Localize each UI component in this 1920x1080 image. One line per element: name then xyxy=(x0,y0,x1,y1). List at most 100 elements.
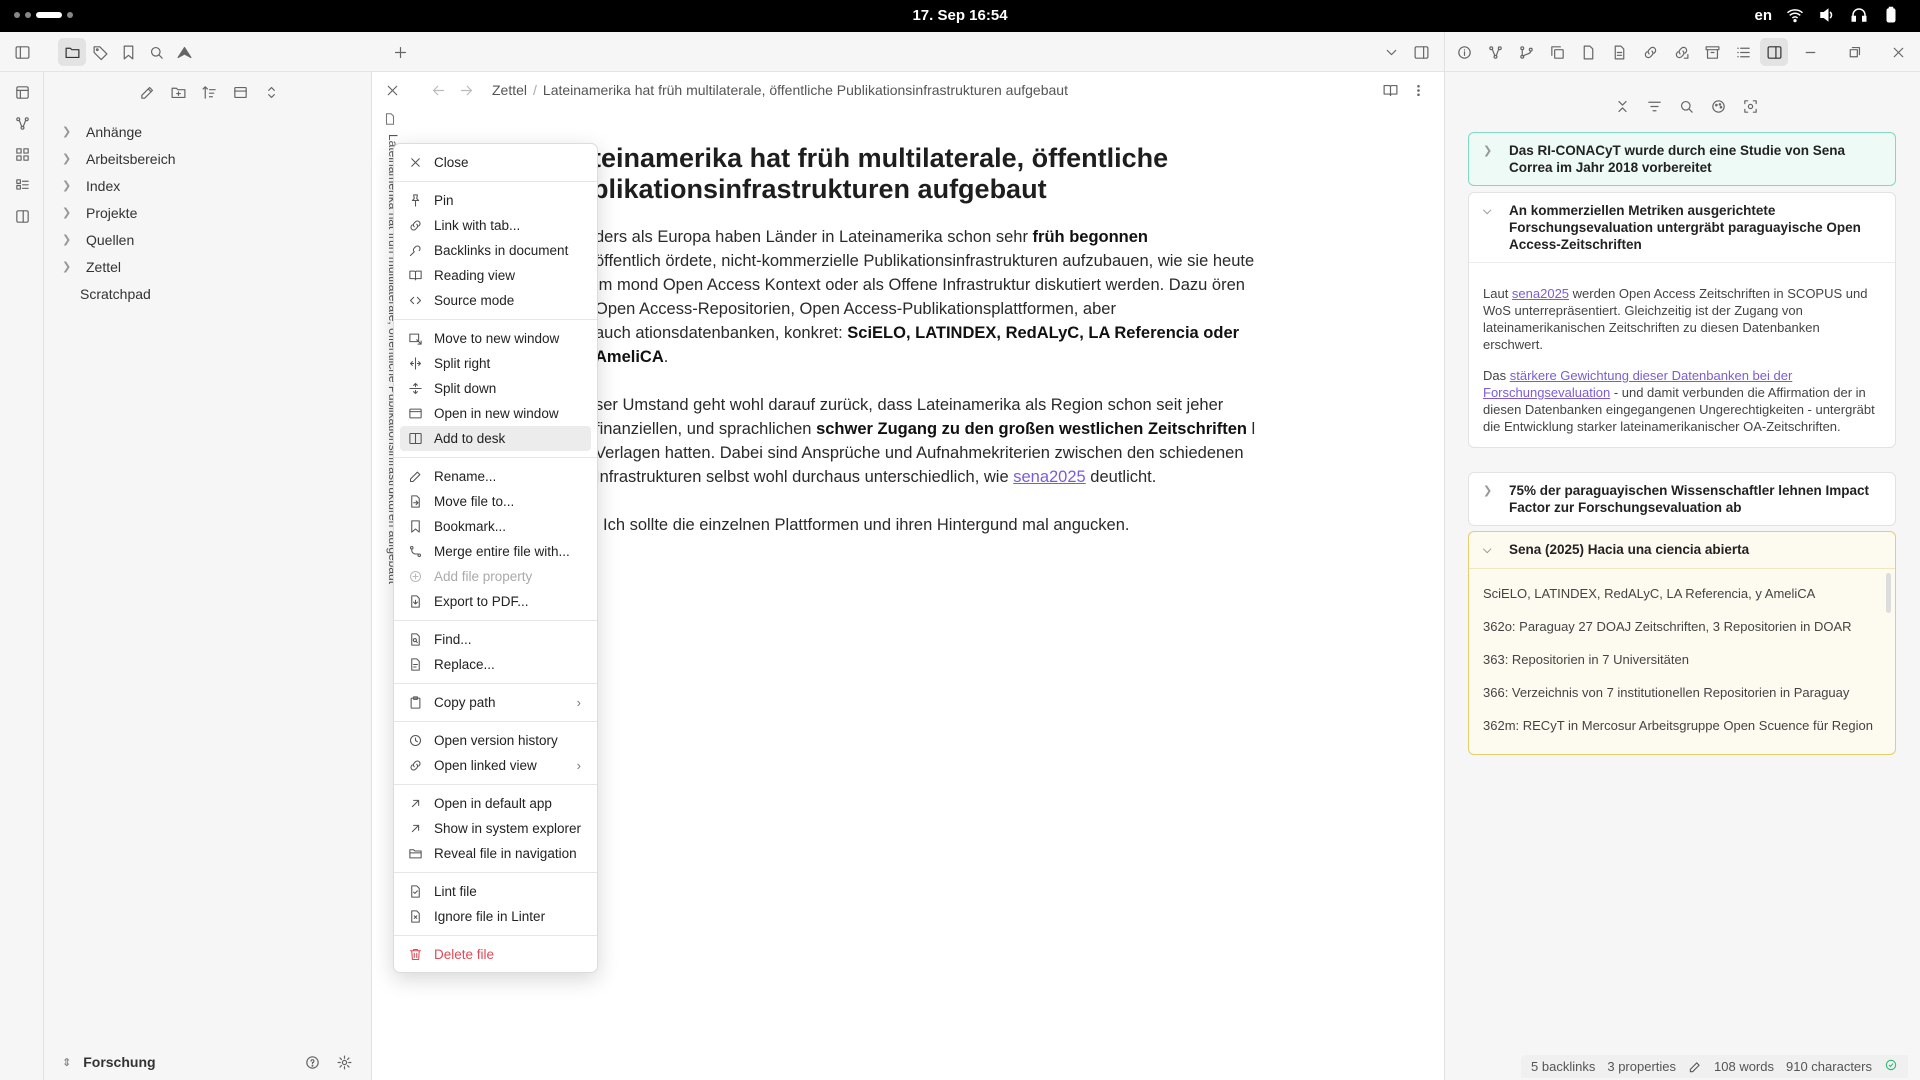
tag-icon[interactable] xyxy=(86,38,114,66)
menu-item-copy-path[interactable]: Copy path › xyxy=(400,690,591,715)
menu-item-merge-entire-file-with[interactable]: Merge entire file with... xyxy=(400,539,591,564)
vault-switcher[interactable]: ⇕ Forschung xyxy=(44,1044,372,1080)
window-close-icon[interactable] xyxy=(1884,38,1912,66)
filter-list-icon[interactable] xyxy=(1640,92,1668,120)
menu-item-delete-file[interactable]: Delete file xyxy=(400,942,591,967)
file-icon[interactable] xyxy=(1574,38,1602,66)
menu-item-open-linked-view[interactable]: Open linked view › xyxy=(400,753,591,778)
breadcrumb-folder[interactable]: Zettel xyxy=(492,82,527,98)
menu-item-show-in-system-explorer[interactable]: Show in system explorer xyxy=(400,816,591,841)
sort-icon[interactable] xyxy=(195,78,223,106)
menu-item-export-to-pdf[interactable]: Export to PDF... xyxy=(400,589,591,614)
sidebar-right-icon[interactable] xyxy=(1760,38,1788,66)
internal-link-sena2025[interactable]: sena2025 xyxy=(1512,286,1569,301)
menu-item-split-right[interactable]: Split right xyxy=(400,351,591,376)
new-folder-icon[interactable] xyxy=(164,78,192,106)
tree-folder-quellen[interactable]: ❯ Quellen xyxy=(58,226,358,253)
menu-item-move-file-to[interactable]: Move file to... xyxy=(400,489,591,514)
system-clock[interactable]: 17. Sep 16:54 xyxy=(0,7,1920,24)
scrollbar[interactable] xyxy=(1886,573,1891,613)
copy-icon[interactable] xyxy=(1543,38,1571,66)
folder-icon[interactable] xyxy=(58,38,86,66)
tree-folder-arbeitsbereich[interactable]: ❯ Arbeitsbereich xyxy=(58,145,358,172)
menu-item-lint-file[interactable]: Lint file xyxy=(400,879,591,904)
tree-folder-index[interactable]: ❯ Index xyxy=(58,172,358,199)
menu-item-pin[interactable]: Pin xyxy=(400,188,591,213)
menu-item-open-version-history[interactable]: Open version history xyxy=(400,728,591,753)
keyboard-layout[interactable]: en xyxy=(1754,7,1772,24)
internal-link-sena2025[interactable]: sena2025 xyxy=(1013,468,1086,486)
backlinks-icon[interactable] xyxy=(1636,38,1664,66)
menu-item-source-mode[interactable]: Source mode xyxy=(400,288,591,313)
menu-item-reading-view[interactable]: Reading view xyxy=(400,263,591,288)
menu-item-split-down[interactable]: Split down xyxy=(400,376,591,401)
backlinks-count[interactable]: 5 backlinks xyxy=(1531,1059,1595,1074)
menu-item-find[interactable]: Find... xyxy=(400,627,591,652)
tab-list-chevron-icon[interactable] xyxy=(1377,38,1405,66)
close-icon[interactable] xyxy=(378,76,406,104)
outgoing-links-icon[interactable] xyxy=(1667,38,1695,66)
sidebar-icon[interactable] xyxy=(8,202,36,230)
forward-arrow-icon[interactable] xyxy=(452,76,480,104)
info-icon[interactable] xyxy=(1450,38,1478,66)
menu-item-link-with-tab[interactable]: Link with tab... xyxy=(400,213,591,238)
linked-note-card[interactable]: ❯ Das RI-CONACyT wurde durch eine Studie … xyxy=(1468,132,1896,186)
wifi-icon[interactable] xyxy=(1786,6,1804,24)
tree-folder-projekte[interactable]: ❯ Projekte xyxy=(58,199,358,226)
sync-status[interactable] xyxy=(1884,1058,1898,1075)
volume-icon[interactable] xyxy=(1818,6,1836,24)
restore-icon[interactable] xyxy=(1840,38,1868,66)
tree-folder-anhaenge[interactable]: ❯ Anhänge xyxy=(58,118,358,145)
search-icon[interactable] xyxy=(142,38,170,66)
back-arrow-icon[interactable] xyxy=(424,76,452,104)
reading-view-icon[interactable] xyxy=(1376,76,1404,104)
menu-item-close[interactable]: Close xyxy=(400,150,591,175)
collapse-icon[interactable] xyxy=(226,78,254,106)
help-icon[interactable] xyxy=(298,1048,326,1076)
new-tab-icon[interactable] xyxy=(386,38,414,66)
tree-file-scratchpad[interactable]: Scratchpad xyxy=(58,280,358,307)
files-icon[interactable] xyxy=(8,78,36,106)
canvas-icon[interactable] xyxy=(8,140,36,168)
more-options-icon[interactable] xyxy=(1404,76,1432,104)
menu-item-move-to-new-window[interactable]: Move to new window xyxy=(400,326,591,351)
properties-count[interactable]: 3 properties xyxy=(1607,1059,1676,1074)
home-icon[interactable] xyxy=(170,38,198,66)
archive-icon[interactable] xyxy=(1698,38,1726,66)
menu-item-replace[interactable]: Replace... xyxy=(400,652,591,677)
sidebar-toggle-icon[interactable] xyxy=(8,38,36,66)
kanban-icon[interactable] xyxy=(8,171,36,199)
focus-icon[interactable] xyxy=(1736,92,1764,120)
menu-item-ignore-file-in-linter[interactable]: Ignore file in Linter xyxy=(400,904,591,929)
menu-item-reveal-file-in-navigation[interactable]: Reveal file in navigation xyxy=(400,841,591,866)
palette-icon[interactable] xyxy=(1704,92,1732,120)
headphones-icon[interactable] xyxy=(1850,6,1868,24)
menu-item-open-in-default-app[interactable]: Open in default app xyxy=(400,791,591,816)
search-icon[interactable] xyxy=(1672,92,1700,120)
bookmark-icon[interactable] xyxy=(114,38,142,66)
menu-item-rename[interactable]: Rename... xyxy=(400,464,591,489)
graph-icon[interactable] xyxy=(8,109,36,137)
battery-icon[interactable] xyxy=(1882,6,1900,24)
new-note-icon[interactable] xyxy=(133,78,161,106)
edit-mode-icon[interactable] xyxy=(1688,1060,1702,1074)
menu-item-backlinks-in-document[interactable]: Backlinks in document xyxy=(400,238,591,263)
menu-item-open-in-new-window[interactable]: Open in new window xyxy=(400,401,591,426)
linked-note-card[interactable]: ⌵ An kommerziellen Metriken ausgerichtete… xyxy=(1468,192,1896,448)
outline-icon[interactable] xyxy=(1729,38,1757,66)
git-branch-icon[interactable] xyxy=(1512,38,1540,66)
close-icon xyxy=(408,155,424,171)
source-note-card[interactable]: ⌵ Sena (2025) Hacia una ciencia abierta S… xyxy=(1468,531,1896,755)
breadcrumb-title[interactable]: Lateinamerika hat früh multilaterale, öf… xyxy=(543,82,1068,98)
expand-icon[interactable] xyxy=(257,78,285,106)
linked-note-card[interactable]: ❯ 75% der paraguayischen Wissenschaftler … xyxy=(1468,472,1896,526)
menu-item-add-to-desk[interactable]: Add to desk xyxy=(400,426,591,451)
minimize-icon[interactable] xyxy=(1796,38,1824,66)
menu-item-bookmark[interactable]: Bookmark... xyxy=(400,514,591,539)
collapse-all-icon[interactable] xyxy=(1608,92,1636,120)
settings-gear-icon[interactable] xyxy=(330,1048,358,1076)
right-sidebar-toggle-icon[interactable] xyxy=(1407,38,1435,66)
file-text-icon[interactable] xyxy=(1605,38,1633,66)
local-graph-icon[interactable] xyxy=(1481,38,1509,66)
tree-folder-zettel[interactable]: ❯ Zettel xyxy=(58,253,358,280)
